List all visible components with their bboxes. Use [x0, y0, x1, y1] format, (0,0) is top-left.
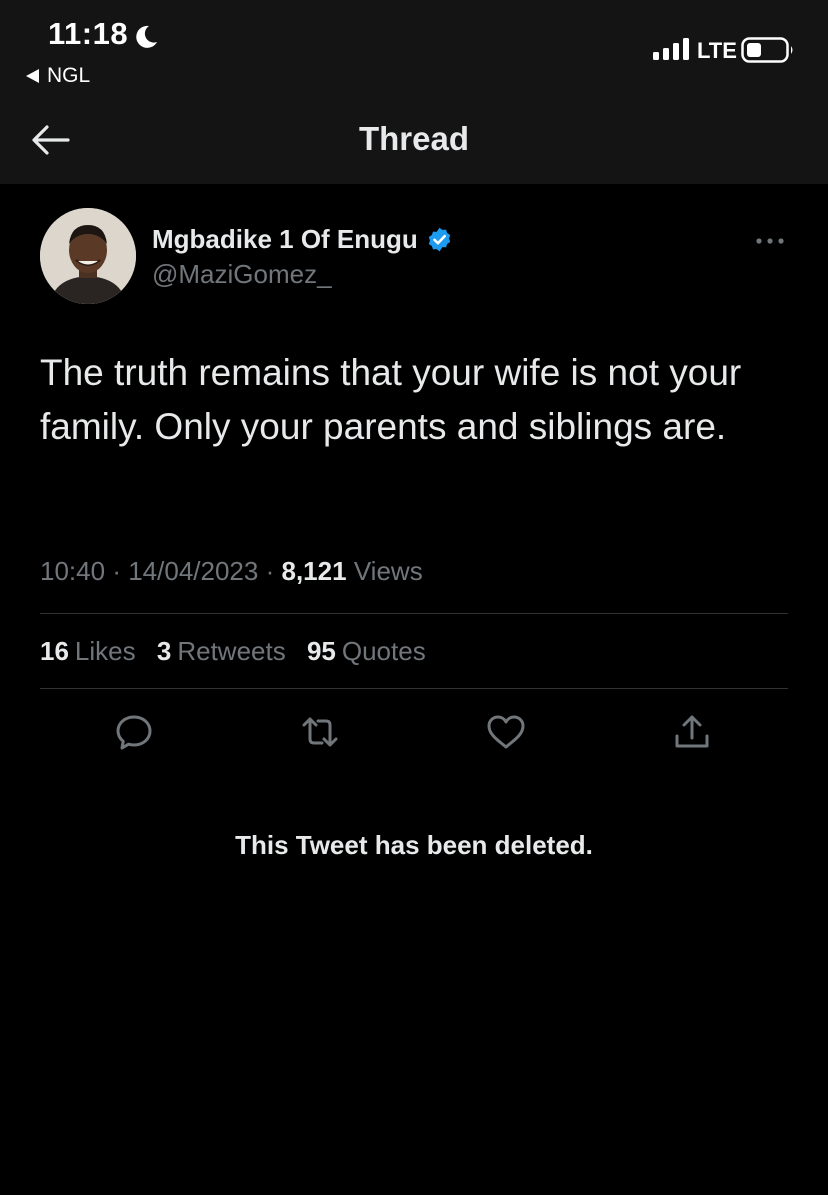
likes-count: 16	[40, 636, 69, 666]
back-app-label: NGL	[47, 64, 91, 87]
retweets-stat[interactable]: 3 Retweets	[157, 636, 286, 666]
views-count: 8,121	[281, 556, 347, 586]
retweets-count: 3	[156, 636, 172, 666]
views-label: Views	[353, 556, 423, 586]
engagement-stats: 16 Likes 3 Retweets 95 Quotes	[40, 636, 440, 667]
quotes-stat[interactable]: 95 Quotes	[307, 636, 426, 666]
retweets-label: Retweets	[177, 636, 286, 666]
top-bar: 11:18 NGL LTE Thread	[0, 0, 828, 184]
network-label: LTE	[697, 38, 737, 63]
tweet-date[interactable]: 14/04/2023	[128, 556, 258, 586]
deleted-tweet-notice: This Tweet has been deleted.	[235, 830, 593, 860]
signal-icon	[653, 38, 689, 60]
divider	[40, 613, 788, 614]
user-handle[interactable]: @MaziGomez_	[152, 259, 332, 290]
avatar[interactable]	[40, 208, 136, 304]
moon-icon	[136, 25, 157, 48]
back-triangle-icon	[26, 69, 39, 83]
avatar-image	[40, 208, 136, 304]
page-title: Thread	[358, 120, 470, 157]
quotes-count: 95	[306, 636, 336, 666]
display-name-text: Mgbadike 1 Of Enugu	[152, 224, 418, 254]
quotes-label: Quotes	[341, 636, 426, 666]
status-time: 11:18	[48, 16, 129, 51]
divider	[40, 688, 788, 689]
back-to-app-link[interactable]: NGL	[26, 64, 90, 88]
battery-icon	[741, 37, 793, 63]
tweet-text: The truth remains that your wife is not …	[40, 352, 742, 447]
tweet-time[interactable]: 10:40	[40, 556, 105, 586]
meta-separator: ·	[265, 556, 275, 586]
share-icon[interactable]	[672, 712, 712, 752]
display-name[interactable]: Mgbadike 1 Of Enugu	[152, 224, 453, 255]
retweet-icon[interactable]	[300, 712, 340, 752]
tweet-meta: 10:40 · 14/04/2023 · 8,121 Views	[40, 556, 423, 587]
likes-stat[interactable]: 16 Likes	[40, 636, 136, 666]
verified-badge-icon	[428, 227, 450, 252]
more-options-icon[interactable]	[752, 232, 788, 250]
meta-separator: ·	[112, 556, 121, 586]
likes-label: Likes	[74, 636, 136, 666]
reply-icon[interactable]	[114, 712, 154, 752]
like-icon[interactable]	[486, 712, 526, 752]
